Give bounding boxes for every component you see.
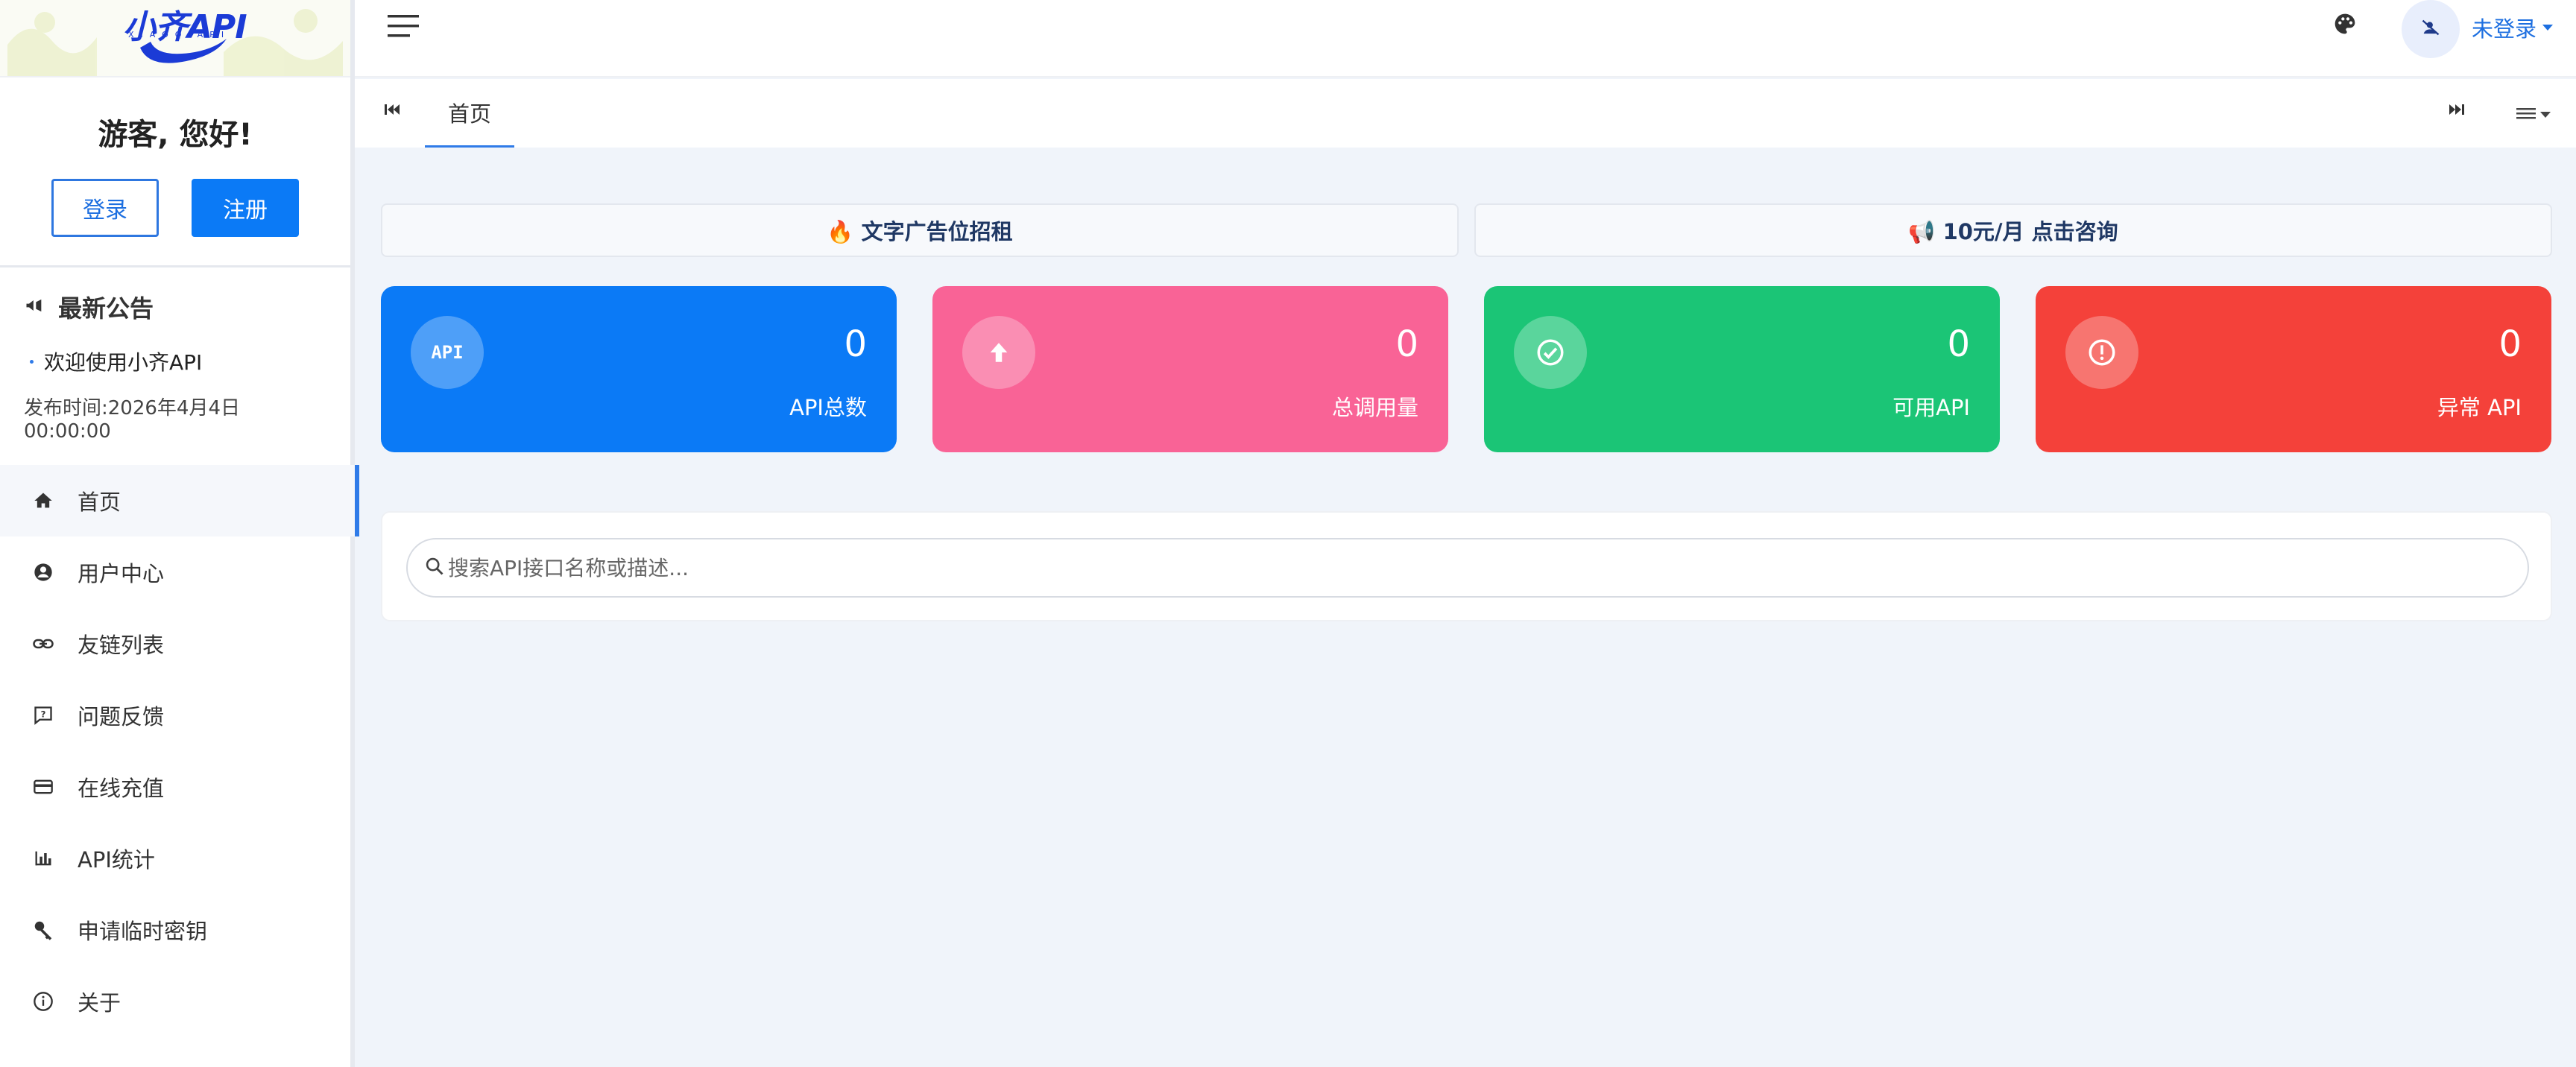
home-icon [31, 489, 55, 513]
sidebar-item-label: 友链列表 [78, 633, 165, 658]
hamburger-menu-icon[interactable] [388, 13, 419, 42]
link-icon [31, 632, 55, 656]
stat-value: 0 [844, 323, 867, 365]
sidebar-item-label: 用户中心 [78, 561, 165, 586]
announcement-title: 最新公告 [58, 294, 154, 323]
logo-subtext: XIAOQIAPI [128, 30, 231, 39]
tab-options-dropdown[interactable] [2516, 106, 2551, 124]
sidebar-item-links[interactable]: 友链列表 [0, 608, 355, 680]
user-slash-icon [2420, 17, 2441, 41]
stat-card-total-calls: 0 总调用量 [932, 286, 1448, 452]
search-panel [381, 511, 2552, 621]
svg-text:?: ? [41, 709, 46, 719]
sidebar-item-user-center[interactable]: 用户中心 [0, 536, 355, 608]
search-box[interactable] [406, 538, 2529, 598]
ad-banner-left-text: 🔥 文字广告位招租 [827, 219, 1013, 244]
stat-label: 异常 API [2437, 395, 2522, 420]
sidebar: 小齐API XIAOQIAPI 游客, 您好! 登录 注册 最新公告 欢迎使用小… [0, 0, 359, 1067]
top-bar: 未登录 [355, 0, 2576, 77]
sidebar-item-label: API统计 [78, 847, 155, 873]
sidebar-item-label: 申请临时密钥 [78, 919, 208, 944]
stat-value: 0 [2498, 323, 2522, 365]
announcement-time: 发布时间:2026年4月4日 00:00:00 [24, 397, 241, 443]
stat-label: API总数 [789, 395, 867, 420]
sidebar-item-api-stats[interactable]: API统计 [0, 823, 355, 894]
logo-text: 小齐API [123, 8, 247, 46]
announcement-header: 最新公告 [24, 290, 326, 324]
sidebar-item-home[interactable]: 首页 [0, 465, 359, 536]
user-dropdown[interactable]: 未登录 [2472, 12, 2554, 43]
stat-card-available-api: 0 可用API [1484, 286, 2000, 452]
guest-greeting-panel: 游客, 您好! 登录 注册 [0, 77, 350, 265]
sidebar-item-feedback[interactable]: ? 问题反馈 [0, 680, 355, 751]
sidebar-item-label: 首页 [78, 490, 121, 515]
palette-icon[interactable] [2333, 12, 2357, 39]
list-icon [2516, 106, 2536, 124]
ad-banner-right[interactable]: 📢 10元/月 点击咨询 [1474, 203, 2552, 257]
announcement-item[interactable]: 欢迎使用小齐API [24, 346, 326, 376]
tab-scroll-left-icon[interactable] [383, 101, 401, 121]
user-dropdown-label: 未登录 [2472, 16, 2537, 42]
exclamation-circle-icon [2065, 316, 2138, 389]
chevron-down-icon [2540, 112, 2551, 118]
ad-banner-left[interactable]: 🔥 文字广告位招租 [381, 203, 1459, 257]
stat-card-total-api: API 0 API总数 [381, 286, 897, 452]
api-icon-text: API [431, 342, 464, 363]
ad-banner-right-text: 📢 10元/月 点击咨询 [1908, 219, 2118, 244]
sidebar-menu: 首页 用户中心 友链列表 ? 问题反馈 在线充值 API统计 申请临时密钥 关于 [0, 465, 359, 1037]
search-icon [424, 556, 445, 580]
info-icon [31, 990, 55, 1013]
bullet-icon [30, 359, 34, 364]
credit-card-icon [31, 775, 55, 799]
tab-bar: 首页 [355, 79, 2576, 148]
key-icon [31, 918, 55, 942]
sidebar-item-about[interactable]: 关于 [0, 966, 355, 1037]
sidebar-item-label: 问题反馈 [78, 704, 165, 729]
feedback-icon: ? [31, 703, 55, 727]
avatar[interactable] [2402, 0, 2460, 58]
stat-label: 总调用量 [1331, 395, 1418, 420]
bar-chart-icon [31, 846, 55, 870]
chevron-down-icon [2542, 25, 2554, 31]
register-button[interactable]: 注册 [192, 179, 299, 237]
auth-buttons: 登录 注册 [0, 179, 350, 237]
stat-value: 0 [1395, 323, 1418, 365]
login-button[interactable]: 登录 [51, 179, 159, 237]
announcement-item-text: 欢迎使用小齐API [44, 350, 203, 375]
greeting-title: 游客, 您好! [98, 118, 253, 152]
stat-label: 可用API [1892, 395, 1970, 420]
search-input[interactable] [448, 555, 2460, 580]
sidebar-item-label: 关于 [78, 990, 121, 1016]
check-circle-icon [1514, 316, 1587, 389]
megaphone-icon [24, 295, 45, 319]
stat-value: 0 [1947, 323, 1970, 365]
sidebar-item-recharge[interactable]: 在线充值 [0, 751, 355, 823]
user-circle-icon [31, 560, 55, 584]
announcement-panel: 最新公告 欢迎使用小齐API 发布时间:2026年4月4日 00:00:00 [0, 267, 350, 469]
sidebar-item-label: 在线充值 [78, 776, 165, 801]
sidebar-item-temp-key[interactable]: 申请临时密钥 [0, 894, 355, 966]
tab-home[interactable]: 首页 [425, 79, 514, 148]
tab-scroll-right-icon[interactable] [2448, 101, 2466, 121]
stat-card-error-api: 0 异常 API [2036, 286, 2551, 452]
logo-area[interactable]: 小齐API XIAOQIAPI [0, 0, 350, 77]
arrow-up-icon [962, 316, 1035, 389]
api-icon: API [411, 316, 484, 389]
